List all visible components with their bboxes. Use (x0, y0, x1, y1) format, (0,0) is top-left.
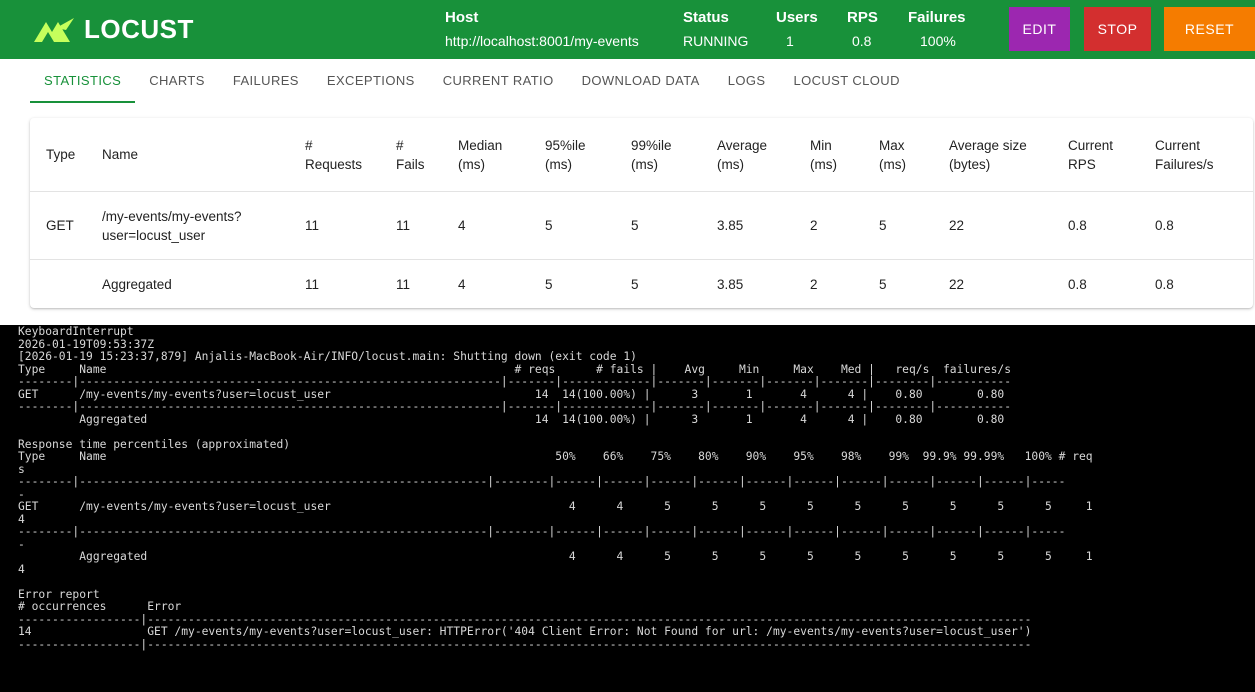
terminal-line: --------|-------------------------------… (18, 525, 1066, 538)
terminal-line: 2026-01-19T09:53:37Z (18, 337, 155, 351)
tab-exceptions[interactable]: EXCEPTIONS (313, 59, 429, 103)
cell-current-rps: 0.8 (1068, 276, 1087, 292)
cell-avg-size: 22 (949, 218, 965, 233)
failures-value: 100% (920, 33, 956, 49)
column-header[interactable]: # Requests (305, 118, 362, 191)
locust-logo[interactable]: LOCUST (32, 14, 194, 45)
cell-name: /my-events/my-events? user=locust_user (102, 208, 242, 243)
terminal-line: ------------------|---------------------… (18, 637, 1032, 651)
users-stat: Users 1 (776, 9, 818, 50)
table-header-row: Type Name # Requests # Fails Median (ms)… (30, 118, 1253, 192)
terminal-line: 4 (18, 562, 25, 576)
column-header[interactable]: Type (46, 118, 75, 191)
host-stat: Host http://localhost:8001/my-events (445, 9, 639, 50)
column-header[interactable]: Min (ms) (810, 118, 837, 191)
terminal-line: s (18, 462, 25, 476)
table-row-aggregated: Aggregated 11 11 4 5 5 3.85 2 5 22 0.8 0… (30, 260, 1253, 308)
terminal-line: GET /my-events/my-events?user=locust_use… (18, 500, 1093, 513)
cell-average: 3.85 (717, 276, 744, 292)
column-header[interactable]: Average (ms) (717, 118, 767, 191)
terminal-line: --------|-------------------------------… (18, 475, 1066, 488)
rps-stat: RPS 0.8 (847, 9, 878, 50)
column-header[interactable]: Average size (bytes) (949, 118, 1027, 191)
cell-requests: 11 (305, 218, 320, 233)
cell-median: 4 (458, 218, 466, 233)
host-value: http://localhost:8001/my-events (445, 33, 639, 49)
rps-value: 0.8 (852, 33, 872, 49)
terminal-line: --------|-------------------------------… (18, 375, 1011, 388)
terminal-line: --------|-------------------------------… (18, 400, 1011, 413)
rps-label: RPS (847, 9, 878, 26)
column-header[interactable]: 99%ile (ms) (631, 118, 672, 191)
column-header[interactable]: Median (ms) (458, 118, 502, 191)
terminal-output[interactable]: KeyboardInterrupt 2026-01-19T09:53:37Z [… (0, 325, 1255, 692)
terminal-line: ------------------|---------------------… (18, 612, 1032, 626)
status-label: Status (683, 9, 729, 26)
locust-icon (34, 17, 74, 42)
cell-max: 5 (879, 276, 887, 292)
terminal-line: Type Name 50% 66% 75% 80% 90% 95% 98% 99… (18, 450, 1093, 463)
users-value: 1 (786, 33, 794, 49)
tab-charts[interactable]: CHARTS (135, 59, 219, 103)
reset-button[interactable]: RESET (1164, 7, 1255, 51)
terminal-line: - (18, 487, 25, 501)
terminal-line: Aggregated 14 14(100.00%) | 3 1 4 4 | 0.… (79, 412, 1005, 426)
terminal-line: GET /my-events/my-events?user=locust_use… (18, 387, 1005, 401)
logo-text: LOCUST (84, 14, 194, 44)
terminal-line: Response time percentiles (approximated) (18, 437, 291, 451)
cell-current-failures: 0.8 (1155, 276, 1174, 292)
failures-label: Failures (908, 9, 966, 26)
tab-logs[interactable]: LOGS (714, 59, 780, 103)
terminal-line: 4 (18, 512, 25, 526)
column-header[interactable]: Max (ms) (879, 118, 906, 191)
cell-99ile: 5 (631, 218, 639, 233)
cell-avg-size: 22 (949, 276, 965, 292)
column-header[interactable]: 95%ile (ms) (545, 118, 586, 191)
cell-current-failures: 0.8 (1155, 218, 1174, 233)
terminal-line: Aggregated 4 4 5 5 5 5 5 5 5 5 5 1 (79, 550, 1093, 563)
terminal-line: KeyboardInterrupt (18, 325, 134, 338)
cell-requests: 11 (305, 276, 320, 292)
terminal-line: Type Name # reqs # fails | Avg Min Max M… (18, 362, 1011, 376)
cell-95ile: 5 (545, 276, 553, 292)
cell-current-rps: 0.8 (1068, 218, 1087, 233)
cell-min: 2 (810, 276, 818, 292)
statistics-table: Type Name # Requests # Fails Median (ms)… (30, 118, 1253, 308)
column-header[interactable]: Current Failures/s (1155, 118, 1214, 191)
cell-fails: 11 (396, 218, 411, 233)
tab-download-data[interactable]: DOWNLOAD DATA (568, 59, 714, 103)
tab-current-ratio[interactable]: CURRENT RATIO (429, 59, 568, 103)
terminal-line: - (18, 537, 25, 551)
cell-fails: 11 (396, 276, 411, 292)
cell-min: 2 (810, 218, 818, 233)
terminal-line: [2026-01-19 15:23:37,879] Anjalis-MacBoo… (18, 350, 637, 363)
cell-99ile: 5 (631, 276, 639, 292)
terminal-line: Error report (18, 587, 100, 601)
nav-tabs: STATISTICS CHARTS FAILURES EXCEPTIONS CU… (30, 59, 914, 103)
terminal-line: # occurrences Error (18, 600, 182, 613)
host-label: Host (445, 9, 479, 26)
cell-median: 4 (458, 276, 466, 292)
cell-max: 5 (879, 218, 887, 233)
tab-failures[interactable]: FAILURES (219, 59, 313, 103)
status-stat: Status RUNNING (683, 9, 748, 50)
tab-locust-cloud[interactable]: LOCUST CLOUD (779, 59, 913, 103)
tab-statistics[interactable]: STATISTICS (30, 59, 136, 103)
table-row: GET /my-events/my-events? user=locust_us… (30, 192, 1253, 260)
cell-average: 3.85 (717, 218, 744, 233)
stop-button[interactable]: STOP (1084, 7, 1151, 51)
cell-type: GET (46, 218, 74, 233)
terminal-text: KeyboardInterrupt 2026-01-19T09:53:37Z [… (0, 325, 1255, 651)
column-header[interactable]: Name (102, 118, 138, 191)
column-header[interactable]: # Fails (396, 118, 425, 191)
app-header: LOCUST Host http://localhost:8001/my-eve… (0, 0, 1255, 59)
edit-button[interactable]: EDIT (1009, 7, 1070, 51)
column-header[interactable]: Current RPS (1068, 118, 1113, 191)
cell-95ile: 5 (545, 218, 553, 233)
users-label: Users (776, 9, 818, 26)
cell-name: Aggregated (102, 276, 172, 292)
terminal-line: 14 GET /my-events/my-events?user=locust_… (18, 625, 1032, 638)
failures-stat: Failures 100% (908, 9, 966, 50)
status-value: RUNNING (683, 33, 749, 49)
